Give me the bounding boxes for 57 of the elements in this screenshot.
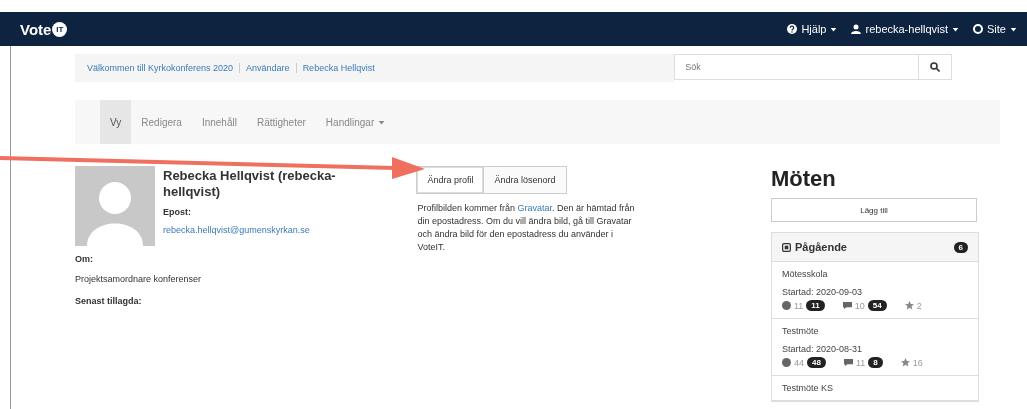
logo[interactable]: Vote IT [20, 20, 68, 38]
count-pill: 8 [868, 357, 883, 368]
info-icon [782, 358, 791, 367]
nav-menu[interactable]: Site [973, 23, 1017, 35]
meeting-name: Testmöte KS [782, 383, 835, 393]
profile-name: Rebecka Hellqvist (rebecka-hellqvist) [163, 168, 337, 200]
caret-icon [952, 25, 960, 33]
add-button[interactable]: Lägg till [771, 198, 977, 222]
meeting-item[interactable]: Testmöte KS [772, 376, 978, 401]
star-icon [900, 358, 910, 367]
search-field[interactable]: Sök [674, 54, 918, 80]
user-icon [851, 24, 862, 34]
comment-icon [843, 358, 853, 367]
meeting-name: Mötesskola [782, 269, 829, 279]
breadcrumb-link[interactable]: Användare [246, 63, 290, 73]
gravatar-link[interactable]: Gravatar [517, 203, 552, 213]
search-button[interactable] [918, 54, 952, 80]
breadcrumb-link[interactable]: Välkommen till Kyrkokonferens 2020 [87, 63, 234, 73]
star-icon [904, 301, 914, 310]
star-count: 2 [916, 300, 922, 311]
profile-button[interactable]: Ändra lösenord [483, 166, 567, 194]
about-label: Om: [75, 254, 94, 264]
email-label: Epost: [163, 207, 192, 218]
count-pill: 11 [806, 300, 825, 311]
panel-title: Pågående [795, 241, 847, 253]
comment-count: 11 [855, 357, 866, 368]
star-count: 16 [912, 357, 923, 368]
meeting-started: Startad: 2020-08-31 [782, 344, 864, 354]
nav-menu[interactable]: Hjälp [787, 23, 838, 35]
count-pill: 54 [867, 300, 887, 311]
tab[interactable]: Vy [100, 100, 132, 144]
recent-label: Senast tillagda: [75, 296, 143, 306]
comment-count: 10 [854, 300, 865, 311]
square-icon [782, 242, 791, 252]
meetings-heading: Möten [771, 166, 837, 192]
comment-icon [842, 301, 852, 310]
meeting-started: Startad: 2020-09-03 [782, 287, 864, 297]
proposal-count: 11 [794, 300, 804, 311]
caret-icon [1010, 25, 1017, 33]
meeting-item[interactable]: Mötesskola Startad: 2020-09-03 11 11 10 54 2 [772, 262, 978, 319]
gravatar-note: Profilbilden kommer från Gravatar. Den är hämtad från din epostadress. Om du vill ändra bild, gå till Gravatar och ändra bild för den epostadress du använder i VoteIT. [417, 202, 636, 255]
info-icon [782, 301, 791, 310]
count-pill: 6 [953, 241, 968, 253]
caret-icon [830, 25, 838, 33]
breadcrumb-link[interactable]: Rebecka Hellqvist [302, 63, 375, 73]
count-pill: 48 [807, 357, 826, 368]
meeting-item[interactable]: Testmöte Startad: 2020-08-31 44 48 11 8 16 [772, 319, 978, 376]
proposal-count: 44 [794, 357, 804, 368]
help-icon [787, 24, 798, 34]
search-icon [930, 62, 940, 72]
meeting-name: Testmöte [782, 326, 820, 336]
email-link[interactable]: rebecka.hellqvist@gumenskyrkan.se [163, 225, 343, 236]
nav-menu[interactable]: rebecka-hellqvist [851, 23, 960, 35]
about-text: Projektsamordnare konferenser [75, 274, 203, 284]
profile-button[interactable]: Ändra profil [416, 166, 485, 194]
tab[interactable]: Rättigheter [246, 100, 316, 144]
tab[interactable]: Innehåll [191, 100, 247, 144]
